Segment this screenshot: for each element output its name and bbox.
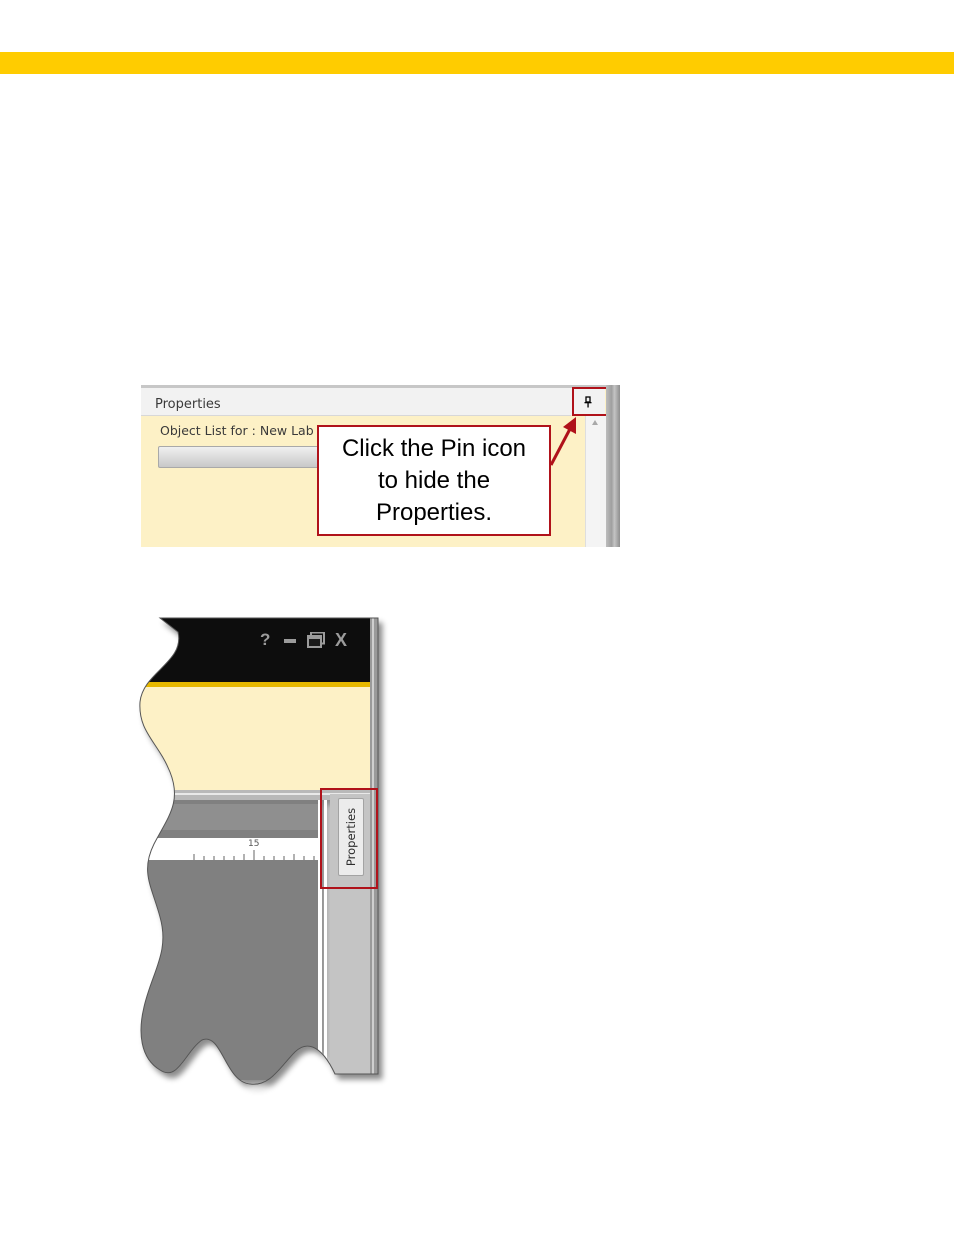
collapsed-properties-screenshot: ? X 15 Properties (130, 612, 390, 1112)
close-button[interactable]: X (335, 630, 347, 650)
pin-highlight-box (572, 387, 609, 416)
properties-panel-title: Properties (155, 397, 221, 412)
ruler-label: 15 (248, 839, 260, 849)
scroll-up-arrow-icon[interactable] (592, 420, 598, 425)
vertical-scrollbar[interactable] (585, 416, 607, 547)
header-accent-bar (0, 52, 954, 74)
properties-panel-header: Properties (141, 388, 571, 416)
callout-line-3: Properties. (375, 498, 493, 526)
object-list-label: Object List for : New Lab (160, 423, 314, 438)
help-button[interactable]: ? (260, 630, 270, 650)
callout-line-1: Click the Pin icon (341, 434, 527, 462)
minimize-button[interactable] (284, 630, 296, 650)
object-list-dropdown[interactable] (158, 446, 338, 468)
minimize-icon[interactable] (284, 634, 296, 646)
maximize-icon[interactable] (307, 632, 325, 648)
properties-tab-highlight-box (320, 788, 378, 889)
maximize-button[interactable] (307, 630, 325, 650)
callout-box: Click the Pin icon to hide the Propertie… (317, 425, 551, 536)
callout-arrow-icon (549, 417, 576, 466)
callout-line-2: to hide the (377, 466, 491, 494)
properties-panel-screenshot: Properties Object List for : New Lab Cli… (141, 385, 620, 547)
window-frame-edge (606, 385, 620, 547)
